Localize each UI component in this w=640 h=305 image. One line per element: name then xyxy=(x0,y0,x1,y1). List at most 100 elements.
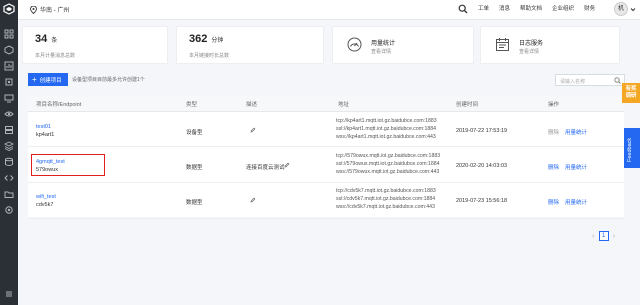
stack-icon[interactable] xyxy=(3,141,15,152)
location-pin-icon xyxy=(30,5,37,14)
region-selector[interactable]: 华南 - 广州 xyxy=(30,5,69,14)
edit-description-icon[interactable] xyxy=(284,162,290,168)
logs-stat-card[interactable]: 日志服务 查看详情 xyxy=(480,26,620,64)
address-ssl: ssl://579owux.mqtt.iot.gz.baidubce.com:1… xyxy=(336,161,440,167)
address-wss: wss://kp4art1.mqtt.iot.gz.baidubce.com:4… xyxy=(336,134,436,140)
calendar-icon xyxy=(496,38,509,51)
chip-icon[interactable] xyxy=(4,77,14,87)
nav-organization[interactable]: 企业组织 xyxy=(552,4,574,14)
logs-details-link[interactable]: 查看详情 xyxy=(519,48,539,55)
left-rail xyxy=(0,0,18,305)
folder-icon[interactable] xyxy=(4,189,14,199)
prev-page-icon[interactable]: ‹ xyxy=(592,231,595,241)
header-created: 创建时间 xyxy=(456,102,479,108)
logs-title: 日志服务 xyxy=(519,41,544,47)
table-row: wifi_test cdv5k7 数据型 tcp://cdv5k7.mqtt.i… xyxy=(28,184,624,219)
usage-stat-card[interactable]: 用量统计 查看详情 xyxy=(332,26,474,64)
address-tcp: tcp://kp4art1.mqtt.iot.gz.baidubce.com:1… xyxy=(336,118,437,124)
usage-details-link[interactable]: 查看详情 xyxy=(371,48,391,55)
delete-action[interactable]: 删除 xyxy=(548,198,559,206)
feedback-label: Feedback xyxy=(627,137,633,162)
header-address: 地址 xyxy=(338,102,350,108)
gauge-icon xyxy=(347,37,362,52)
table-row: 4gmqtt_test 579owux 数据型 连接百度云测试 tcp://57… xyxy=(28,148,624,183)
survey-line1: 有奖 xyxy=(625,86,637,92)
address-tcp: tcp://579owux.mqtt.iot.gz.baidubce.com:1… xyxy=(336,153,441,159)
minutes-count: 362 xyxy=(189,33,208,45)
delete-action[interactable]: 删除 xyxy=(548,163,559,171)
project-endpoint: cdv5k7 xyxy=(36,202,54,208)
project-created: 2019-07-23 15:56:18 xyxy=(456,198,508,204)
logo-icon[interactable] xyxy=(3,3,15,15)
header-type: 类型 xyxy=(186,102,198,108)
project-type: 数据型 xyxy=(186,200,203,206)
address-tcp: tcp://cdv5k7.mqtt.iot.gz.baidubce.com:18… xyxy=(336,188,436,194)
project-name-link[interactable]: test01 xyxy=(36,124,51,130)
survey-line2: 调研 xyxy=(625,93,637,99)
search-icon[interactable] xyxy=(458,4,468,14)
header-desc: 描述 xyxy=(246,102,258,108)
minutes-unit: 分钟 xyxy=(211,38,224,44)
search-placeholder: 请输入名称 xyxy=(560,79,586,85)
create-project-button[interactable]: + 创建项目 xyxy=(28,73,68,86)
table-row: test01 kp4art1 设备型 tcp://kp4art1.mqtt.io… xyxy=(28,112,624,147)
project-type: 数据型 xyxy=(186,165,203,171)
monitor-icon[interactable] xyxy=(4,93,14,103)
project-address: tcp://kp4art1.mqtt.iot.gz.baidubce.com:1… xyxy=(336,117,437,141)
top-nav: 工单 消息 帮助文档 企业组织 财务 xyxy=(458,4,605,14)
project-address: tcp://cdv5k7.mqtt.iot.gz.baidubce.com:18… xyxy=(336,187,436,211)
cube-icon[interactable] xyxy=(4,45,14,55)
grid-icon[interactable] xyxy=(4,29,14,39)
search-icon[interactable] xyxy=(614,77,621,84)
next-page-icon[interactable]: › xyxy=(613,231,616,241)
header-name: 项目名称/Endpoint xyxy=(36,102,82,108)
address-ssl: ssl://kp4art1.mqtt.iot.gz.baidubce.com:1… xyxy=(336,126,437,132)
delete-action[interactable]: 删除 xyxy=(548,128,559,136)
nav-messages[interactable]: 消息 xyxy=(499,4,510,14)
project-search-input[interactable]: 请输入名称 xyxy=(555,74,625,86)
chevron-down-icon[interactable] xyxy=(630,7,636,12)
server-icon[interactable] xyxy=(4,125,14,135)
code-icon[interactable] xyxy=(4,173,14,183)
pagination: ‹ 1 › xyxy=(592,231,615,241)
usage-action[interactable]: 用量统计 xyxy=(565,198,587,206)
project-endpoint: kp4art1 xyxy=(36,132,55,138)
project-limit-tip: 设备型项目目前最多允许创建1个 xyxy=(72,77,145,83)
current-page[interactable]: 1 xyxy=(598,231,609,241)
database-icon[interactable] xyxy=(4,157,14,167)
region-label: 华南 - 广州 xyxy=(40,8,70,14)
eye-icon[interactable] xyxy=(4,109,14,119)
nav-finance[interactable]: 财务 xyxy=(584,4,595,14)
usage-action[interactable]: 用量统计 xyxy=(565,163,587,171)
address-ssl: ssl://cdv5k7.mqtt.iot.gz.baidubce.com:18… xyxy=(336,196,436,202)
feedback-tab[interactable]: Feedback xyxy=(624,128,640,168)
messages-stat-card: 34 条 本月计量消息总数 xyxy=(22,26,168,64)
header-actions: 操作 xyxy=(548,102,560,108)
top-bar: 华南 - 广州 工单 消息 帮助文档 企业组织 财务 机 xyxy=(18,0,640,20)
settings-icon[interactable] xyxy=(4,205,14,215)
edit-description-icon[interactable] xyxy=(250,197,256,203)
project-name-link[interactable]: wifi_test xyxy=(36,194,56,200)
address-wss: wss://cdv5k7.mqtt.iot.gz.baidubce.com:44… xyxy=(336,204,435,210)
plus-icon: + xyxy=(32,74,37,84)
address-wss: wss://579owux.mqtt.iot.gz.baidubce.com:4… xyxy=(336,169,440,175)
messages-unit: 条 xyxy=(51,38,58,44)
nav-tickets[interactable]: 工单 xyxy=(478,4,489,14)
project-table: 项目名称/Endpoint 类型 描述 地址 创建时间 操作 test01 kp… xyxy=(28,95,624,219)
highlight-box xyxy=(31,154,105,176)
minutes-stat-card: 362 分钟 本月链接时长总数 xyxy=(176,26,324,64)
collapse-icon[interactable] xyxy=(4,289,14,299)
project-created: 2019-07-22 17:53:19 xyxy=(456,128,508,134)
edit-description-icon[interactable] xyxy=(250,127,256,133)
messages-label: 本月计量消息总数 xyxy=(35,53,76,59)
nav-help-docs[interactable]: 帮助文档 xyxy=(520,4,542,14)
usage-action[interactable]: 用量统计 xyxy=(565,128,587,136)
chart-icon[interactable] xyxy=(4,61,14,71)
create-project-label: 创建项目 xyxy=(39,77,62,84)
messages-count: 34 xyxy=(35,33,48,45)
table-header: 项目名称/Endpoint 类型 描述 地址 创建时间 操作 xyxy=(28,95,624,112)
avatar[interactable]: 机 xyxy=(614,2,628,16)
project-address: tcp://579owux.mqtt.iot.gz.baidubce.com:1… xyxy=(336,152,440,176)
survey-badge[interactable]: 有奖 调研 xyxy=(622,83,640,103)
project-created: 2020-02-20 14:03:03 xyxy=(456,163,508,169)
